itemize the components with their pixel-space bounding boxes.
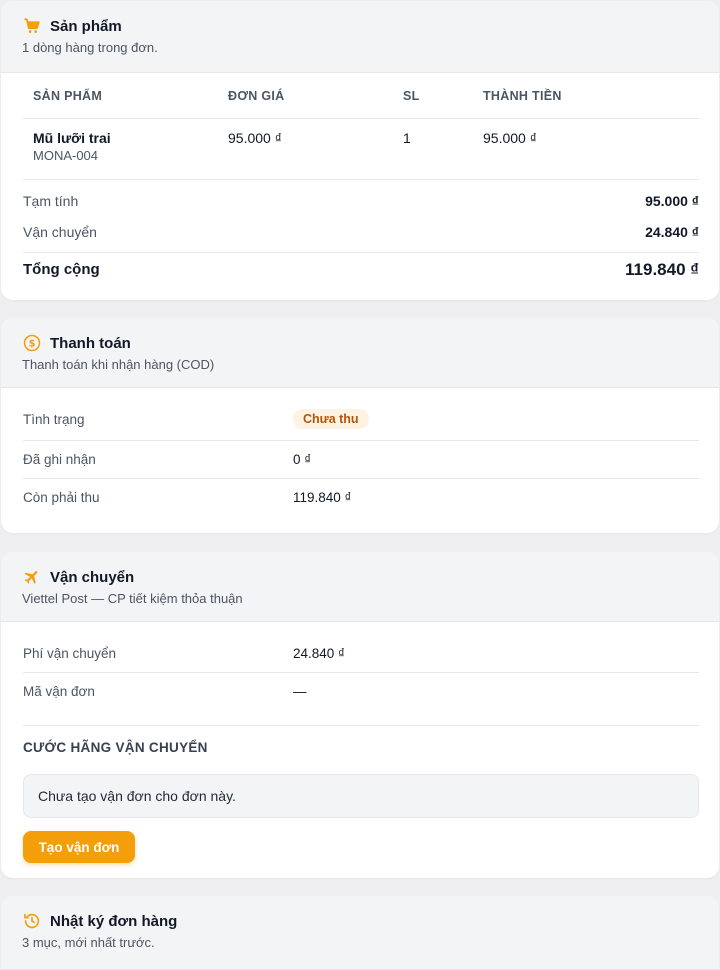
grand-total-row: Tổng cộng 119.840 ₫ [23, 252, 699, 286]
shipping-fee-value: 24.840 ₫ [645, 224, 699, 240]
payment-status-row: Tình trạng Chưa thu [23, 406, 699, 432]
payment-received-label: Đã ghi nhận [23, 451, 96, 467]
payment-status-label: Tình trạng [23, 411, 85, 427]
divider [23, 725, 699, 726]
empty-state-message: Chưa tạo vận đơn cho đơn này. [23, 774, 699, 818]
history-icon [23, 912, 41, 930]
shipping-header: Vận chuyển Viettel Post — CP tiết kiệm t… [1, 552, 719, 622]
column-header-product: SẢN PHẨM [33, 88, 103, 103]
order-log-header: Nhật ký đơn hàng 3 mục, mới nhất trước. [1, 896, 719, 970]
shipping-fee-value: 24.840 ₫ [293, 645, 345, 661]
payment-remaining-label: Còn phải thu [23, 489, 100, 505]
column-header-qty: SL [403, 88, 420, 103]
payment-subtitle: Thanh toán khi nhận hàng (COD) [22, 357, 215, 372]
product-line-total: 95.000 ₫ [483, 130, 537, 146]
product-name: Mũ lưỡi trai [33, 130, 111, 146]
tracking-code-label: Mã vận đơn [23, 683, 95, 699]
carrier-rates-heading: CƯỚC HÃNG VẬN CHUYỂN [23, 740, 208, 755]
shipping-fee-label: Phí vận chuyển [23, 645, 117, 661]
grand-total-value: 119.840 ₫ [625, 259, 699, 279]
payment-received-row: Đã ghi nhận 0 ₫ [23, 446, 699, 472]
dollar-coin-icon: $ [23, 334, 41, 352]
table-row: Mũ lưỡi trai MONA-004 95.000 ₫ 1 95.000 … [23, 119, 699, 180]
payment-title: Thanh toán [50, 334, 131, 352]
subtotal-row: Tạm tính 95.000 ₫ [23, 189, 699, 213]
tracking-code-value: — [293, 683, 307, 699]
order-log-subtitle: 3 mục, mới nhất trước. [22, 935, 155, 950]
subtotal-value: 95.000 ₫ [645, 193, 699, 209]
products-table: SẢN PHẨM ĐƠN GIÁ SL THÀNH TIỀN Mũ lưỡi t… [23, 73, 699, 180]
cart-icon [23, 17, 41, 35]
svg-text:$: $ [29, 338, 36, 349]
status-badge: Chưa thu [293, 409, 369, 429]
payment-header: $ Thanh toán Thanh toán khi nhận hàng (C… [1, 318, 719, 388]
divider [23, 478, 699, 479]
divider [23, 672, 699, 673]
column-header-price: ĐƠN GIÁ [228, 88, 285, 103]
shipping-fee-label: Vận chuyển [23, 224, 97, 240]
subtotal-label: Tạm tính [23, 193, 79, 209]
tracking-code-row: Mã vận đơn — [23, 678, 699, 704]
create-shipment-button[interactable]: Tạo vận đơn [23, 831, 135, 863]
airplane-icon [23, 568, 41, 586]
shipping-title: Vận chuyển [50, 568, 135, 586]
grand-total-label: Tổng cộng [23, 261, 100, 278]
payment-card: $ Thanh toán Thanh toán khi nhận hàng (C… [1, 318, 719, 533]
products-header: Sản phẩm 1 dòng hàng trong đơn. [1, 1, 719, 73]
empty-state-text: Chưa tạo vận đơn cho đơn này. [38, 788, 236, 804]
shipping-card: Vận chuyển Viettel Post — CP tiết kiệm t… [1, 552, 719, 878]
products-card: Sản phẩm 1 dòng hàng trong đơn. SẢN PHẨM… [1, 1, 719, 300]
shipping-fee-row: Vận chuyển 24.840 ₫ [23, 220, 699, 244]
product-sku: MONA-004 [33, 148, 99, 163]
payment-received-value: 0 ₫ [293, 451, 312, 467]
payment-remaining-row: Còn phải thu 119.840 ₫ [23, 484, 699, 510]
products-subtitle: 1 dòng hàng trong đơn. [22, 40, 158, 55]
divider [23, 440, 699, 441]
table-header: SẢN PHẨM ĐƠN GIÁ SL THÀNH TIỀN [23, 73, 699, 119]
products-title: Sản phẩm [50, 17, 122, 35]
product-price: 95.000 ₫ [228, 130, 282, 146]
shipping-subtitle: Viettel Post — CP tiết kiệm thỏa thuận [22, 591, 243, 606]
order-log-title: Nhật ký đơn hàng [50, 912, 178, 930]
shipping-fee-row: Phí vận chuyển 24.840 ₫ [23, 640, 699, 666]
column-header-total: THÀNH TIỀN [483, 88, 562, 103]
order-log-card: Nhật ký đơn hàng 3 mục, mới nhất trước. [1, 896, 719, 970]
payment-remaining-value: 119.840 ₫ [293, 489, 352, 505]
product-qty: 1 [403, 130, 411, 146]
